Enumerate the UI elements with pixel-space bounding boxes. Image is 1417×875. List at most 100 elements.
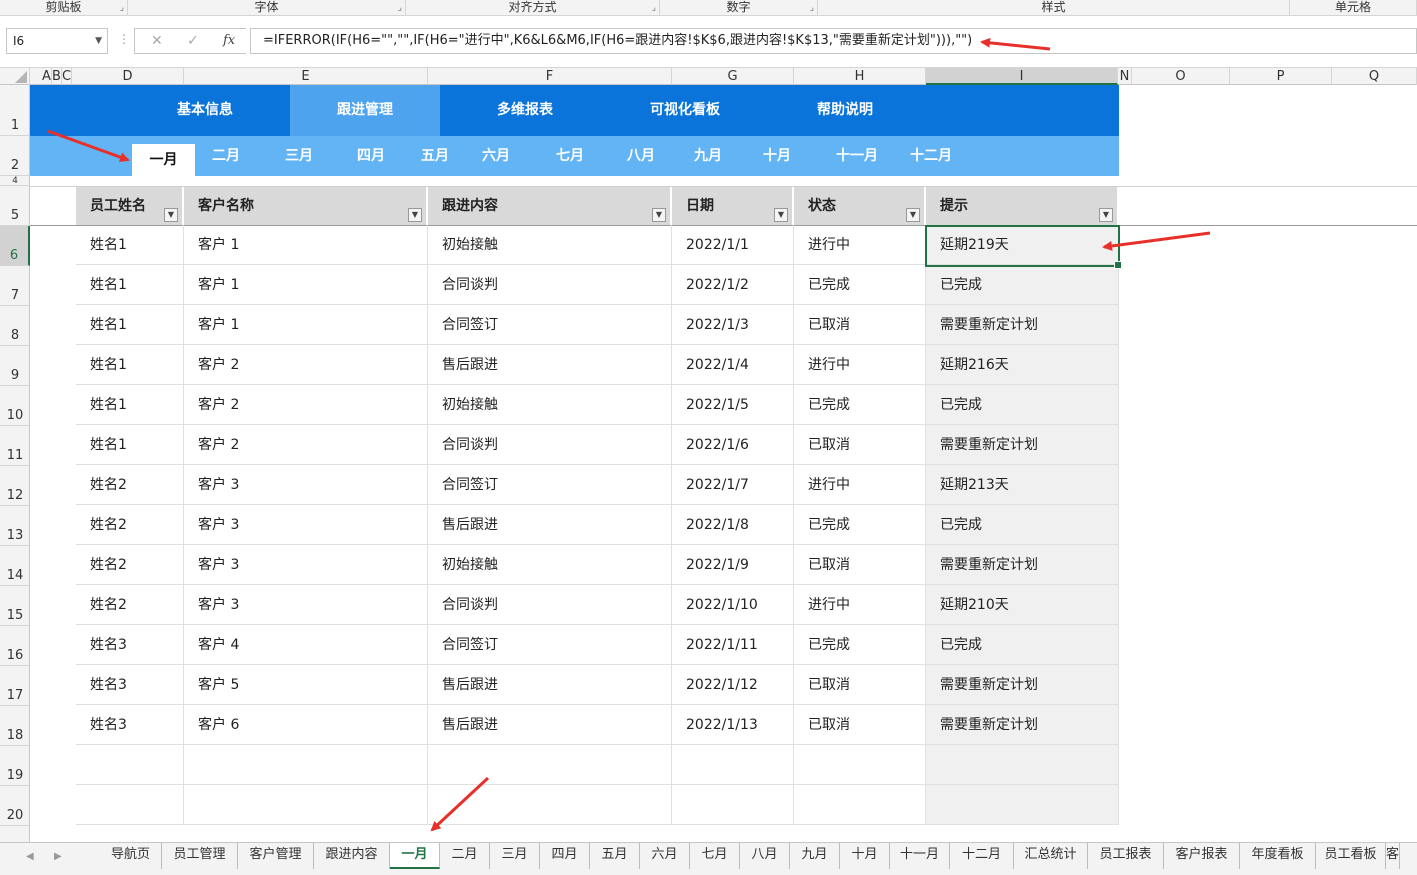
month-tab-5[interactable]: 六月 bbox=[470, 136, 522, 176]
table-cell[interactable]: 合同谈判 bbox=[428, 425, 672, 465]
column-header-G[interactable]: G bbox=[672, 68, 794, 85]
sheet-tab-18[interactable]: 客户报表 bbox=[1164, 843, 1240, 869]
sheet-tab-4[interactable]: 一月 bbox=[390, 843, 440, 869]
month-tab-1[interactable]: 二月 bbox=[200, 136, 252, 176]
month-tab-7[interactable]: 八月 bbox=[612, 136, 670, 176]
row-header-16[interactable]: 16 bbox=[0, 626, 30, 666]
table-cell[interactable] bbox=[428, 745, 672, 785]
confirm-icon[interactable]: ✓ bbox=[187, 33, 199, 49]
row-header-2[interactable]: 2 bbox=[0, 136, 30, 176]
table-cell[interactable]: 已取消 bbox=[794, 705, 926, 745]
nav-item-2[interactable]: 多维报表 bbox=[446, 85, 604, 136]
table-cell[interactable]: 2022/1/5 bbox=[672, 385, 794, 425]
month-tab-4[interactable]: 五月 bbox=[410, 136, 460, 176]
month-tab-11[interactable]: 十二月 bbox=[898, 136, 964, 176]
row-header-13[interactable]: 13 bbox=[0, 506, 30, 546]
select-all-corner[interactable] bbox=[0, 68, 30, 85]
sheet-tab-17[interactable]: 员工报表 bbox=[1088, 843, 1164, 869]
sheet-tab-0[interactable]: 导航页 bbox=[100, 843, 162, 869]
month-tab-0[interactable]: 一月 bbox=[132, 144, 195, 176]
table-cell[interactable]: 已完成 bbox=[926, 625, 1119, 665]
table-cell[interactable]: 初始接触 bbox=[428, 385, 672, 425]
table-cell[interactable]: 需要重新定计划 bbox=[926, 705, 1119, 745]
column-header-D[interactable]: D bbox=[72, 68, 184, 85]
table-cell[interactable]: 客户 6 bbox=[184, 705, 428, 745]
table-cell[interactable] bbox=[76, 785, 184, 825]
table-cell[interactable]: 已取消 bbox=[794, 545, 926, 585]
sheet-tab-20[interactable]: 员工看板 bbox=[1316, 843, 1386, 869]
sheet-tab-13[interactable]: 十月 bbox=[840, 843, 890, 869]
table-cell[interactable] bbox=[76, 745, 184, 785]
nav-item-1[interactable]: 跟进管理 bbox=[290, 85, 440, 136]
sheet-tab-12[interactable]: 九月 bbox=[790, 843, 840, 869]
table-cell[interactable]: 2022/1/11 bbox=[672, 625, 794, 665]
table-cell[interactable]: 客户 1 bbox=[184, 265, 428, 305]
column-header-F[interactable]: F bbox=[428, 68, 672, 85]
month-tab-10[interactable]: 十一月 bbox=[826, 136, 888, 176]
dialog-launcher-icon[interactable]: ⌟ bbox=[398, 1, 402, 15]
tab-scroll-right-icon[interactable]: ▶ bbox=[54, 851, 62, 862]
table-cell[interactable]: 售后跟进 bbox=[428, 705, 672, 745]
sheet-tab-14[interactable]: 十一月 bbox=[890, 843, 950, 869]
dialog-launcher-icon[interactable]: ⌟ bbox=[652, 1, 656, 15]
row-header-5[interactable]: 5 bbox=[0, 186, 30, 226]
filter-dropdown-icon[interactable]: ▼ bbox=[1099, 208, 1113, 222]
table-cell[interactable]: 姓名2 bbox=[76, 465, 184, 505]
column-header-H[interactable]: H bbox=[794, 68, 926, 85]
table-cell[interactable]: 已完成 bbox=[794, 385, 926, 425]
dialog-launcher-icon[interactable]: ⌟ bbox=[810, 1, 814, 15]
nav-item-0[interactable]: 基本信息 bbox=[126, 85, 284, 136]
table-cell[interactable]: 2022/1/7 bbox=[672, 465, 794, 505]
sheet-tab-21[interactable]: 客 bbox=[1386, 843, 1400, 869]
table-cell[interactable]: 初始接触 bbox=[428, 225, 672, 265]
table-cell[interactable]: 延期210天 bbox=[926, 585, 1119, 625]
table-cell[interactable]: 姓名1 bbox=[76, 265, 184, 305]
table-cell[interactable]: 2022/1/10 bbox=[672, 585, 794, 625]
table-cell[interactable]: 需要重新定计划 bbox=[926, 425, 1119, 465]
table-cell[interactable]: 客户 2 bbox=[184, 345, 428, 385]
row-header-10[interactable]: 10 bbox=[0, 386, 30, 426]
table-cell[interactable]: 合同签订 bbox=[428, 625, 672, 665]
formula-input[interactable]: =IFERROR(IF(H6="","",IF(H6="进行中",K6&L6&M… bbox=[250, 28, 1417, 54]
row-header-11[interactable]: 11 bbox=[0, 426, 30, 466]
table-cell[interactable]: 已完成 bbox=[794, 505, 926, 545]
filter-dropdown-icon[interactable]: ▼ bbox=[774, 208, 788, 222]
table-cell[interactable]: 姓名1 bbox=[76, 345, 184, 385]
table-cell[interactable]: 合同签订 bbox=[428, 305, 672, 345]
table-cell[interactable]: 2022/1/13 bbox=[672, 705, 794, 745]
table-cell[interactable]: 2022/1/3 bbox=[672, 305, 794, 345]
sheet-tab-15[interactable]: 十二月 bbox=[950, 843, 1014, 869]
sheet-tab-8[interactable]: 五月 bbox=[590, 843, 640, 869]
sheet-tab-16[interactable]: 汇总统计 bbox=[1014, 843, 1088, 869]
table-cell[interactable]: 2022/1/1 bbox=[672, 225, 794, 265]
table-cell[interactable]: 姓名2 bbox=[76, 505, 184, 545]
table-cell[interactable]: 客户 1 bbox=[184, 225, 428, 265]
cancel-icon[interactable]: ✕ bbox=[151, 33, 163, 49]
row-header-17[interactable]: 17 bbox=[0, 666, 30, 706]
table-cell[interactable]: 姓名2 bbox=[76, 545, 184, 585]
table-cell[interactable]: 售后跟进 bbox=[428, 665, 672, 705]
table-cell[interactable]: 已取消 bbox=[794, 305, 926, 345]
table-cell[interactable]: 已完成 bbox=[926, 505, 1119, 545]
table-cell[interactable]: 初始接触 bbox=[428, 545, 672, 585]
table-cell[interactable]: 已完成 bbox=[794, 265, 926, 305]
table-cell[interactable]: 姓名3 bbox=[76, 705, 184, 745]
table-cell[interactable]: 已完成 bbox=[926, 265, 1119, 305]
sheet-tab-1[interactable]: 员工管理 bbox=[162, 843, 238, 869]
sheet-tab-11[interactable]: 八月 bbox=[740, 843, 790, 869]
table-cell[interactable] bbox=[184, 785, 428, 825]
table-cell[interactable]: 进行中 bbox=[794, 465, 926, 505]
row-header-18[interactable]: 18 bbox=[0, 706, 30, 746]
column-header-B[interactable]: B bbox=[52, 68, 62, 85]
table-cell[interactable]: 合同谈判 bbox=[428, 585, 672, 625]
filter-dropdown-icon[interactable]: ▼ bbox=[164, 208, 178, 222]
table-cell[interactable] bbox=[184, 745, 428, 785]
column-header-C[interactable]: C bbox=[62, 68, 72, 85]
table-cell[interactable]: 客户 5 bbox=[184, 665, 428, 705]
row-header-4[interactable]: 4 bbox=[0, 176, 30, 186]
table-cell[interactable]: 合同签订 bbox=[428, 465, 672, 505]
chevron-down-icon[interactable]: ▼ bbox=[95, 29, 102, 53]
filter-dropdown-icon[interactable]: ▼ bbox=[652, 208, 666, 222]
table-cell[interactable]: 客户 2 bbox=[184, 385, 428, 425]
sheet-tab-2[interactable]: 客户管理 bbox=[238, 843, 314, 869]
